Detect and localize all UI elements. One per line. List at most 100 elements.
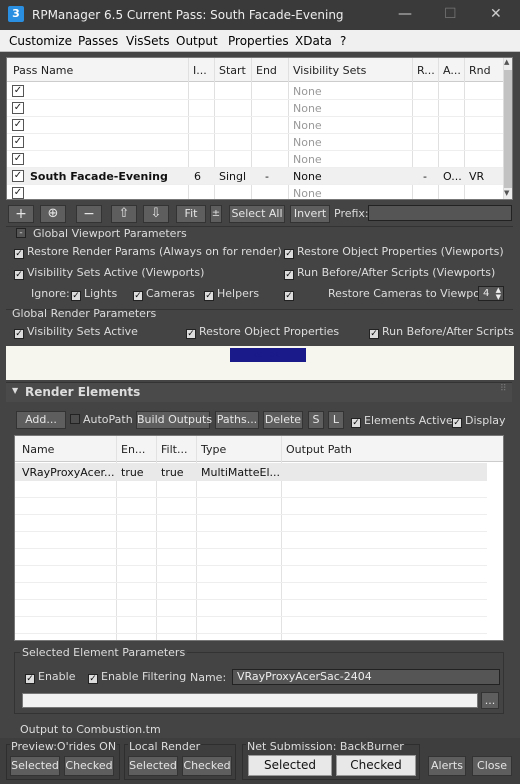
restore-object-props-vp-checkbox[interactable]: ✓ Restore Object Properties (Viewports) xyxy=(284,245,504,259)
remove-pass-button[interactable]: − xyxy=(76,205,102,223)
element-path-input[interactable] xyxy=(22,693,478,708)
ignore-helpers-checkbox[interactable]: ✓ Helpers xyxy=(204,287,259,301)
pass-grid-scroll-thumb[interactable] xyxy=(504,70,512,188)
col-r[interactable]: R... xyxy=(417,64,435,77)
display-checkbox[interactable]: ✓ Display xyxy=(452,414,506,428)
pass-checkbox[interactable]: ✓ xyxy=(12,136,24,148)
autopath-checkbox[interactable]: AutoPath xyxy=(70,413,133,426)
minimize-button[interactable]: — xyxy=(398,6,412,22)
fit-button[interactable]: Fit xyxy=(176,205,206,223)
local-checked-button[interactable]: Checked xyxy=(182,756,232,776)
pass-row[interactable]: ✓ None xyxy=(7,117,503,134)
restore-cameras-spinner[interactable]: 4 ▲ ▼ xyxy=(478,286,504,301)
col-el-output-path[interactable]: Output Path xyxy=(286,443,352,456)
close-window-button[interactable]: ✕ xyxy=(490,6,502,22)
restore-render-params-checkbox[interactable]: ✓ Restore Render Params (Always on for re… xyxy=(14,245,282,259)
preview-checked-button[interactable]: Checked xyxy=(64,756,114,776)
menu-vissets[interactable]: VisSets xyxy=(126,34,170,48)
element-name-input[interactable]: VRayProxyAcerSac-2404 xyxy=(232,669,500,685)
preview-selected-button[interactable]: Selected xyxy=(10,756,60,776)
expand-collapse-button[interactable]: ± xyxy=(210,205,222,223)
invert-button[interactable]: Invert xyxy=(290,205,330,223)
element-filter: true xyxy=(161,466,184,479)
pass-checkbox[interactable]: ✓ xyxy=(12,119,24,131)
pass-row[interactable]: ✓ None xyxy=(7,134,503,151)
menu-help[interactable]: ? xyxy=(340,34,346,48)
col-el-filter[interactable]: Filt... xyxy=(161,443,187,456)
scroll-down-icon[interactable]: ▼ xyxy=(504,189,509,197)
run-scripts-vp-checkbox[interactable]: ✓ Run Before/After Scripts (Viewports) xyxy=(284,266,495,280)
scroll-up-icon[interactable]: ▲ xyxy=(504,58,509,66)
restore-object-props-checkbox[interactable]: ✓ Restore Object Properties xyxy=(186,325,339,339)
ignore-label: Ignore: xyxy=(31,287,70,300)
load-elements-button[interactable]: L xyxy=(328,411,344,429)
run-scripts-checkbox[interactable]: ✓ Run Before/After Scripts xyxy=(369,325,514,339)
close-button[interactable]: Close xyxy=(472,756,512,776)
pass-vis: None xyxy=(293,85,322,98)
pass-checkbox[interactable]: ✓ xyxy=(12,187,24,199)
drag-handle-icon[interactable]: ⠿ xyxy=(500,384,507,394)
visibility-sets-active-checkbox[interactable]: ✓ Visibility Sets Active xyxy=(14,325,138,339)
col-index[interactable]: I... xyxy=(193,64,207,77)
col-end[interactable]: End xyxy=(256,64,277,77)
save-elements-button[interactable]: S xyxy=(308,411,324,429)
alerts-button[interactable]: Alerts xyxy=(428,756,466,776)
col-a[interactable]: A... xyxy=(443,64,461,77)
pass-checkbox[interactable]: ✓ xyxy=(12,170,24,182)
menu-passes[interactable]: Passes xyxy=(78,34,118,48)
pass-row[interactable]: ✓ None xyxy=(7,83,503,100)
local-selected-button[interactable]: Selected xyxy=(128,756,178,776)
local-render-label: Local Render xyxy=(128,740,202,753)
net-submission-label: Net Submission: BackBurner xyxy=(246,740,405,753)
menu-output[interactable]: Output xyxy=(176,34,218,48)
enable-filtering-checkbox[interactable]: ✓ Enable Filtering xyxy=(88,670,186,684)
element-row[interactable]: VRayProxyAcer... true true MultiMatteEl.… xyxy=(15,463,487,481)
pass-row[interactable]: ✓ None xyxy=(7,151,503,168)
menu-customize[interactable]: Customize xyxy=(9,34,72,48)
pass-row[interactable]: ✓ None xyxy=(7,100,503,117)
col-el-name[interactable]: Name xyxy=(22,443,54,456)
pass-checkbox[interactable]: ✓ xyxy=(12,102,24,114)
maximize-button[interactable]: ☐ xyxy=(444,6,457,22)
col-visibility-sets[interactable]: Visibility Sets xyxy=(293,64,366,77)
pass-row-selected[interactable]: ✓ South Facade-Evening 6 Singl - None - … xyxy=(7,168,503,185)
enable-checkbox[interactable]: ✓ Enable xyxy=(25,670,75,684)
pass-checkbox[interactable]: ✓ xyxy=(12,85,24,97)
output-combustion-header: Output to Combustion.tm xyxy=(20,723,161,736)
pass-checkbox[interactable]: ✓ xyxy=(12,153,24,165)
pass-vis: None xyxy=(293,153,322,166)
rollout-collapse-icon[interactable]: ▼ xyxy=(12,386,18,395)
col-el-type[interactable]: Type xyxy=(201,443,226,456)
add-element-button[interactable]: Add... xyxy=(16,411,66,429)
elements-active-checkbox[interactable]: ✓ Elements Active xyxy=(351,414,453,428)
copy-pass-button[interactable]: ⊕ xyxy=(40,205,66,223)
restore-cameras-checkbox[interactable]: ✓ xyxy=(284,287,297,301)
render-elements-grid[interactable]: Name En... Filt... Type Output Path VRay… xyxy=(14,435,504,641)
delete-element-button[interactable]: Delete xyxy=(263,411,303,429)
browse-path-button[interactable]: ... xyxy=(481,692,499,709)
move-down-button[interactable]: ⇩ xyxy=(143,205,169,223)
move-up-button[interactable]: ⇧ xyxy=(111,205,137,223)
prefix-input[interactable] xyxy=(368,205,512,221)
ignore-cameras-checkbox[interactable]: ✓ Cameras xyxy=(133,287,195,301)
col-start[interactable]: Start xyxy=(219,64,246,77)
build-outputs-button[interactable]: Build Outputs xyxy=(136,411,212,429)
menu-properties[interactable]: Properties xyxy=(228,34,289,48)
menu-xdata[interactable]: XData xyxy=(295,34,332,48)
add-pass-button[interactable]: + xyxy=(8,205,34,223)
col-el-enabled[interactable]: En... xyxy=(121,443,145,456)
visibility-sets-active-vp-checkbox[interactable]: ✓ Visibility Sets Active (Viewports) xyxy=(14,266,204,280)
render-button[interactable]: Render xyxy=(230,348,306,362)
menu-bar: Customize Passes VisSets Output Properti… xyxy=(0,30,520,52)
select-all-button[interactable]: Select All xyxy=(229,205,285,223)
col-rnd[interactable]: Rnd xyxy=(469,64,491,77)
pass-row[interactable]: ✓ None xyxy=(7,185,503,199)
collapse-viewport-toggle[interactable]: - xyxy=(16,228,26,238)
paths-button[interactable]: Paths... xyxy=(215,411,259,429)
col-pass-name[interactable]: Pass Name xyxy=(13,64,73,77)
net-selected-button[interactable]: Selected xyxy=(248,755,332,776)
pass-grid[interactable]: Pass Name I... Start End Visibility Sets… xyxy=(6,57,513,200)
pass-vis: None xyxy=(293,170,322,183)
net-checked-button[interactable]: Checked xyxy=(336,755,416,776)
ignore-lights-checkbox[interactable]: ✓ Lights xyxy=(71,287,117,301)
